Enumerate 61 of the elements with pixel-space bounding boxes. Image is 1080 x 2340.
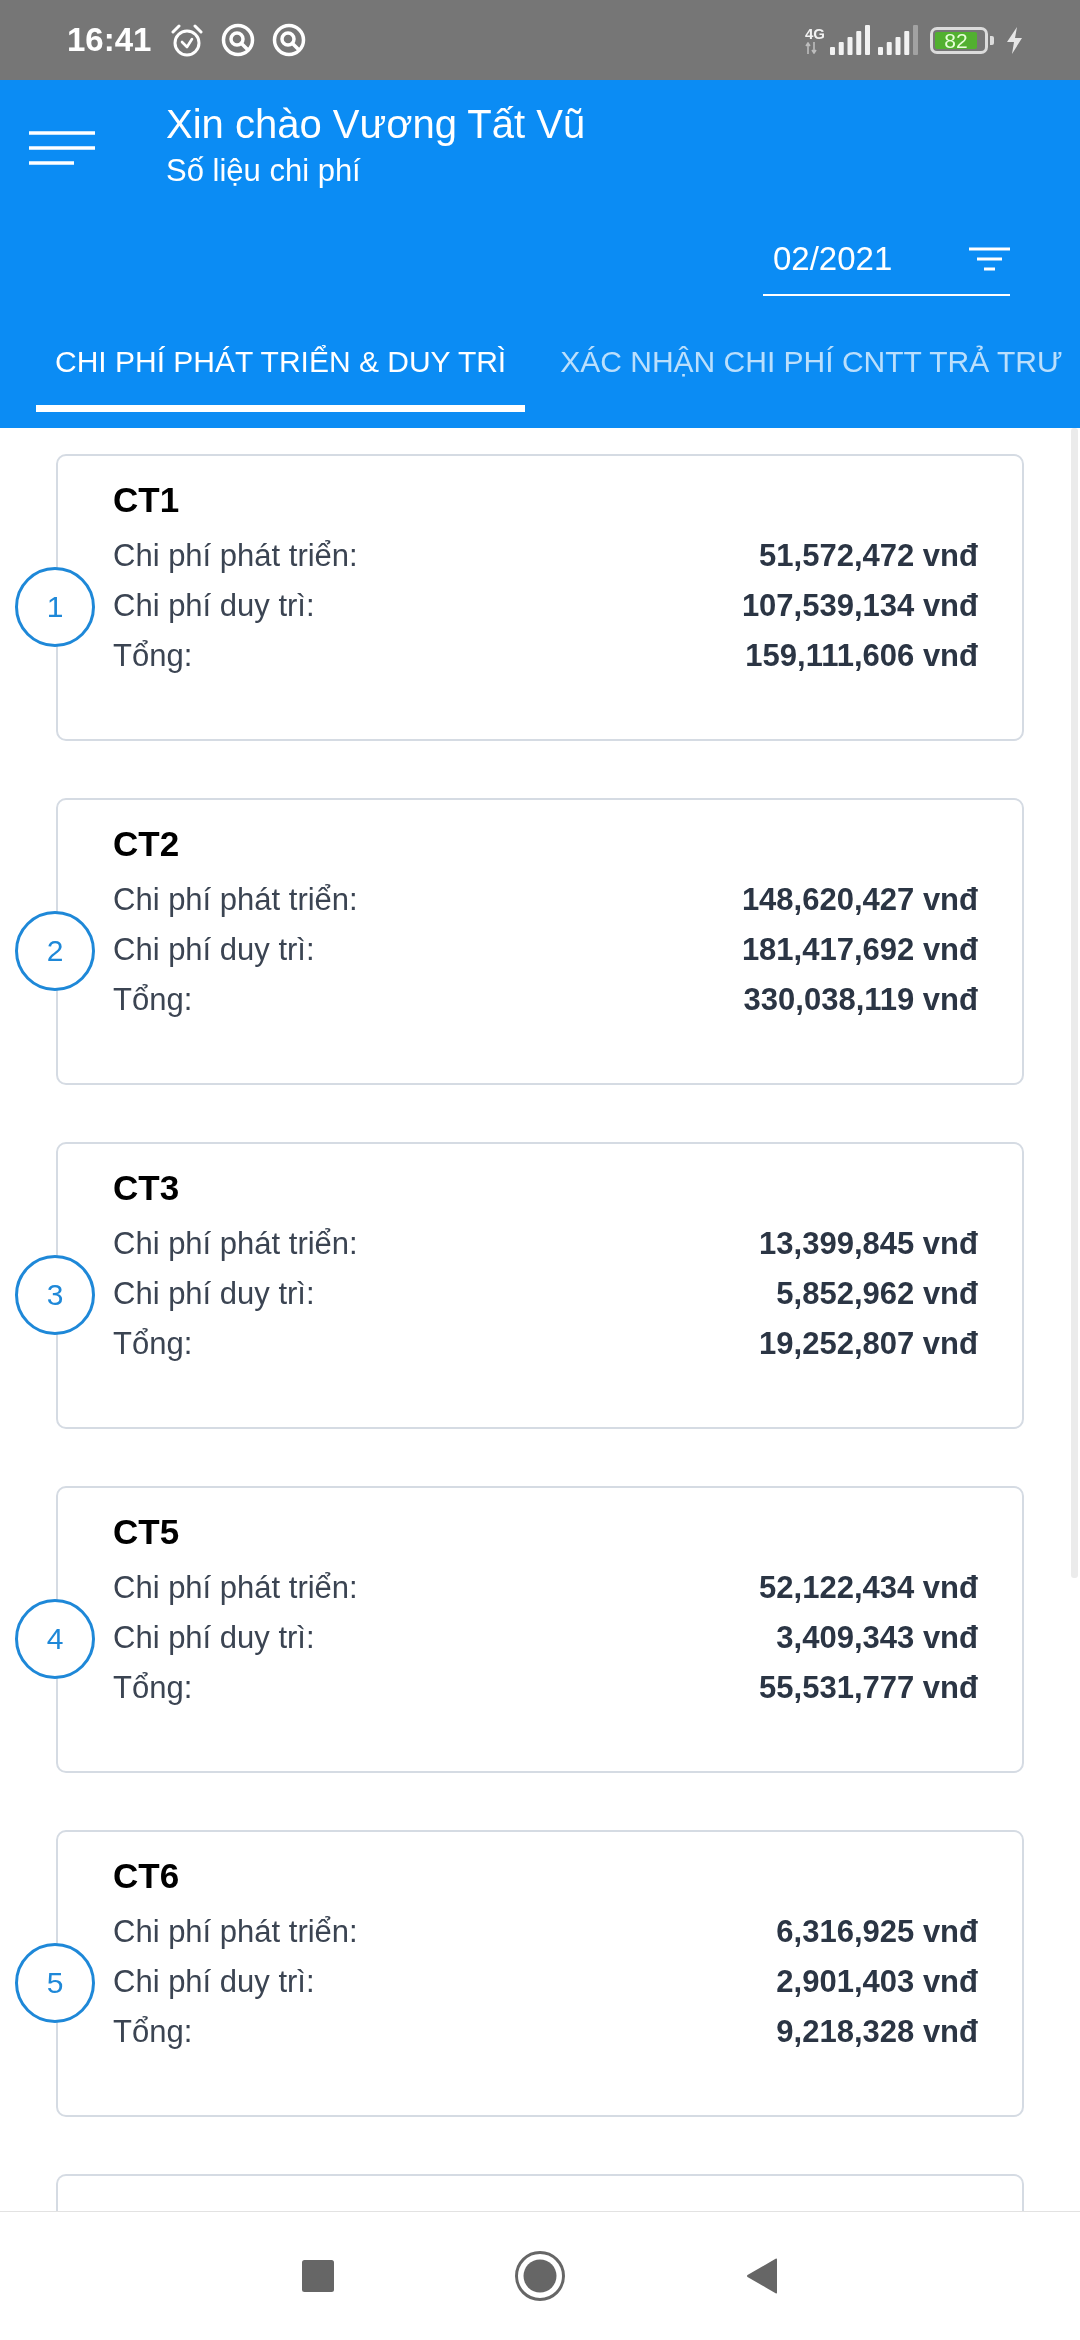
cost-value: 181,417,692 vnđ [741,931,978,969]
card-number: 1 [15,567,95,647]
network-type-label: 4G [805,26,825,42]
tab[interactable]: XÁC NHẬN CHI PHÍ CNTT TRẢ TRƯ [541,312,1063,412]
cost-label: Chi phí duy trì: [113,1963,315,2001]
cost-value: 6,316,925 vnđ [776,1913,978,1951]
greeting-title: Xin chào Vương Tất Vũ [166,101,586,148]
cost-value: 51,572,472 vnđ [759,537,978,575]
card-title: CT3 [113,1167,181,1209]
cost-label: Chi phí duy trì: [113,931,315,969]
cost-label: Tổng: [113,637,193,675]
cost-label: Tổng: [113,981,193,1019]
card-title: CT1 [113,479,181,521]
cost-label: Chi phí phát triển: [113,881,358,919]
charging-icon [1005,26,1024,54]
card-number: 4 [15,1599,95,1679]
home-icon[interactable] [515,2251,565,2301]
card-title: CT5 [113,1511,181,1553]
cost-value: 107,539,134 vnđ [741,587,978,625]
menu-icon [29,131,95,165]
cost-value: 55,531,777 vnđ [759,1669,978,1707]
back-icon[interactable] [746,2258,778,2294]
cost-value: 2,901,403 vnđ [776,1963,978,2001]
card-number: 5 [15,1943,95,2023]
cost-label: Chi phí duy trì: [113,1619,315,1657]
cost-value: 5,852,962 vnđ [776,1275,978,1313]
signal-icon [830,25,870,55]
cost-value: 13,399,845 vnđ [759,1225,978,1263]
ring-icon [272,23,307,57]
cost-value: 3,409,343 vnđ [776,1619,978,1657]
cost-label: Tổng: [113,2013,193,2051]
card-title: CT2 [113,823,181,865]
card-number: 2 [15,911,95,991]
card-number: 3 [15,1255,95,1335]
cost-label: Chi phí phát triển: [113,1913,358,1951]
menu-button[interactable] [29,131,95,165]
page-subtitle: Số liệu chi phí [166,152,362,190]
cost-value: 19,252,807 vnđ [759,1325,978,1363]
cost-label: Chi phí phát triển: [113,537,358,575]
cost-label: Tổng: [113,1669,193,1707]
filter-icon [969,247,1010,271]
cost-label: Chi phí phát triển: [113,1569,358,1607]
cost-value: 159,111,606 vnđ [745,637,978,675]
ring-icon [221,23,256,57]
cost-label: Chi phí phát triển: [113,1225,358,1263]
cost-label: Chi phí duy trì: [113,587,315,625]
cost-value: 52,122,434 vnđ [759,1569,978,1607]
cost-label: Chi phí duy trì: [113,1275,315,1313]
status-time: 16:41 [67,20,152,60]
card-title: CT6 [113,1855,181,1897]
cost-label: Tổng: [113,1325,193,1363]
cost-value: 148,620,427 vnđ [741,881,978,919]
cost-value: 330,038,119 vnđ [743,981,978,1019]
month-picker[interactable]: 02/2021 [763,232,1010,296]
battery-percent: 82 [935,31,977,49]
scrollbar[interactable] [1071,428,1078,1578]
alarm-icon [170,23,205,57]
tab[interactable]: CHI PHÍ PHÁT TRIỂN & DUY TRÌ [36,312,526,412]
data-arrows-icon [805,42,817,54]
signal-icon [878,25,918,55]
cost-value: 9,218,328 vnđ [776,2013,978,2051]
